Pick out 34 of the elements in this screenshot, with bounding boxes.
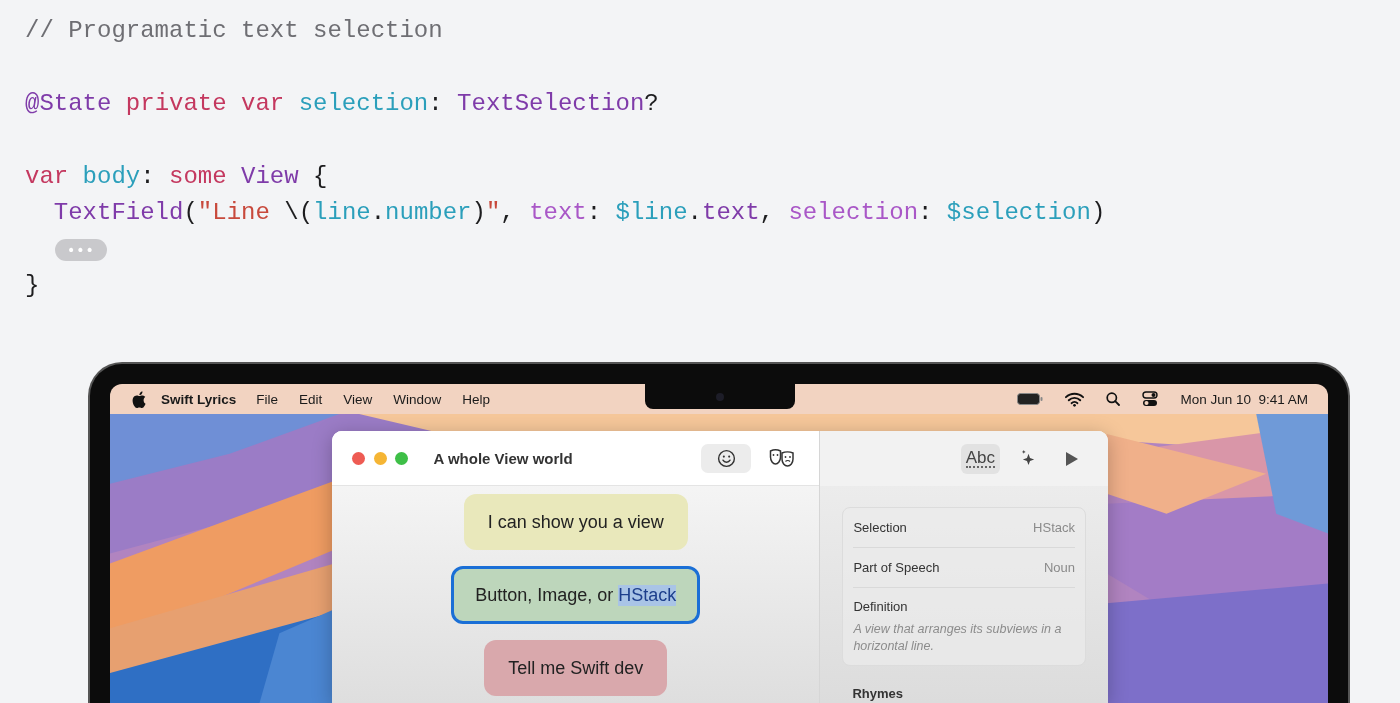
field-label: Part of Speech [853,560,940,575]
menu-item[interactable]: Window [393,391,442,407]
search-icon[interactable] [1106,392,1121,406]
app-menu[interactable]: Swift Lyrics [161,391,237,407]
lyric-text-field[interactable]: Button, Image, or HStack [451,566,701,624]
code-line: var body: some View { [25,161,328,192]
menu-item[interactable]: File [256,391,279,407]
field-label: Selection [853,520,907,535]
menu-item[interactable]: View [343,391,373,407]
text-style-button[interactable]: Abc [960,443,1000,474]
menu-item[interactable]: Help [462,391,491,407]
field-label: Definition [853,599,909,614]
window-title: A whole View world [433,449,573,467]
lyric-text-field[interactable]: Tell me Swift dev [484,640,668,696]
close-button[interactable] [352,451,365,465]
field-value: HStack [1033,520,1075,535]
lyric-text-field[interactable]: I can show you a view [463,494,688,550]
code-line: // Programatic text selection [25,16,443,46]
smiley-icon [716,448,736,468]
battery-icon[interactable] [1017,393,1044,405]
apple-icon[interactable] [132,390,146,408]
menu-bar-clock[interactable]: Mon Jun 10 9:41 AM [1180,391,1308,407]
code-line: TextField("Line \(line.number)", text: $line.text, selection: $selection) [52,197,1106,228]
menu-item[interactable]: Edit [299,391,323,407]
play-icon [1065,450,1079,467]
wifi-icon[interactable] [1065,391,1085,407]
smiley-button[interactable] [701,443,752,473]
section-title: Rhymes [852,686,904,701]
code-line: } [25,270,40,301]
definition-text: A view that arranges its subviews in a horizontal line. [853,621,1063,655]
code-line: @State private var selection: TextSelection? [25,88,659,119]
switches-icon[interactable] [1142,391,1159,407]
masks-icon [769,448,796,468]
field-value: Noun [1043,560,1075,575]
